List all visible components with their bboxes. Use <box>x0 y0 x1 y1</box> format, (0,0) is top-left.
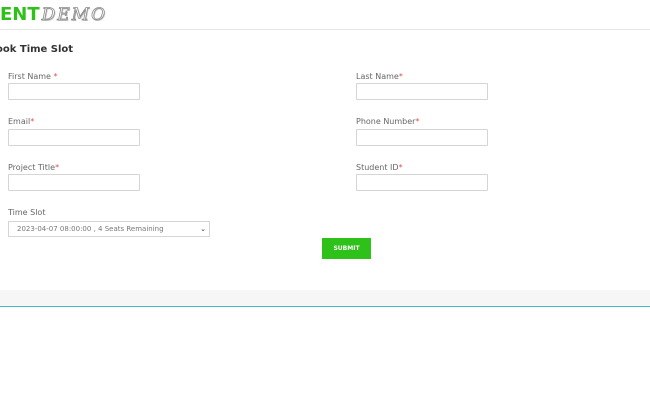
time-slot-label: Time Slot <box>8 208 46 217</box>
time-slot-selected-value: 2023-04-07 08:00:00 , 4 Seats Remaining <box>17 225 164 233</box>
first-name-input[interactable] <box>8 83 140 100</box>
required-marker: * <box>53 72 58 81</box>
required-marker: * <box>415 117 420 126</box>
required-marker: * <box>55 163 60 172</box>
phone-number-input[interactable] <box>356 129 488 146</box>
page-title: ook Time Slot <box>0 44 74 55</box>
chevron-down-icon: ⌄ <box>200 225 206 233</box>
last-name-label: Last Name* <box>356 72 403 81</box>
project-title-input[interactable] <box>8 174 140 191</box>
last-name-input[interactable] <box>356 83 488 100</box>
email-label: Email* <box>8 117 35 126</box>
time-slot-select[interactable]: 2023-04-07 08:00:00 , 4 Seats Remaining … <box>8 221 210 237</box>
required-marker: * <box>398 72 403 81</box>
phone-number-label: Phone Number* <box>356 117 420 126</box>
required-marker: * <box>30 117 35 126</box>
site-logo[interactable]: ENT DEMO <box>0 4 107 26</box>
footer-band <box>0 290 650 307</box>
required-marker: * <box>398 163 403 172</box>
logo-text-bold: ENT <box>0 4 40 25</box>
logo-text-script: DEMO <box>41 5 108 26</box>
submit-button[interactable]: SUBMIT <box>322 238 371 259</box>
site-header: ENT DEMO <box>0 0 650 30</box>
email-input[interactable] <box>8 129 140 146</box>
student-id-label: Student ID* <box>356 163 403 172</box>
student-id-input[interactable] <box>356 174 488 191</box>
project-title-label: Project Title* <box>8 163 60 172</box>
first-name-label: First Name * <box>8 72 58 81</box>
